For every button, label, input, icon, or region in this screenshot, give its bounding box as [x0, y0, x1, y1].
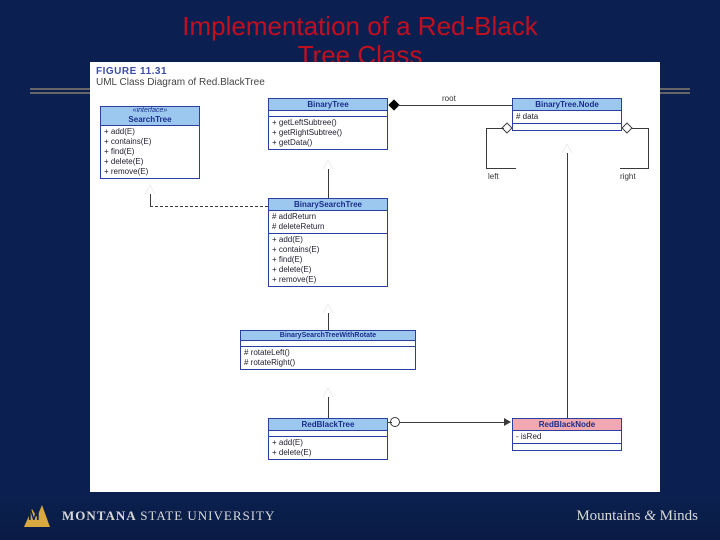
- slide-title: Implementation of a Red-Black Tree Class: [0, 0, 720, 69]
- class-bst: BinarySearchTree # addReturn # deleteRet…: [268, 198, 388, 287]
- class-binarytree-node: BinaryTree.Node # data: [512, 98, 622, 131]
- title-line-1: Implementation of a Red-Black: [182, 11, 538, 41]
- class-rbn: RedBlackNode - isRed: [512, 418, 622, 451]
- generalization-arrow-icon: [323, 160, 333, 169]
- field: # addReturn: [272, 212, 384, 222]
- assoc-label-root: root: [442, 94, 456, 103]
- realization-arrow-icon: [145, 185, 155, 194]
- msu-logo-icon: M: [22, 501, 52, 531]
- class-name: BinaryTree: [269, 99, 387, 111]
- method: + remove(E): [272, 275, 384, 285]
- footer: M MONTANA STATE UNIVERSITY Mountains & M…: [0, 492, 720, 540]
- assoc-label-right: right: [620, 172, 636, 181]
- method: # rotateLeft(): [244, 348, 412, 358]
- generalization-arrow-icon: [562, 144, 572, 153]
- aggregation-diamond-icon: [621, 122, 632, 133]
- university-name: MONTANA STATE UNIVERSITY: [62, 508, 275, 524]
- figure-number: FIGURE 11.31: [90, 62, 660, 77]
- method: + add(E): [104, 127, 196, 137]
- method: + delete(E): [272, 448, 384, 458]
- class-rbt: RedBlackTree + add(E) + delete(E): [268, 418, 388, 460]
- method: + delete(E): [104, 157, 196, 167]
- class-name: RedBlackTree: [269, 419, 387, 431]
- class-name: SearchTree: [101, 114, 199, 126]
- class-binarytree: BinaryTree + getLeftSubtree() + getRight…: [268, 98, 388, 150]
- method: + find(E): [104, 147, 196, 157]
- assoc-line: [388, 422, 392, 423]
- method: + contains(E): [272, 245, 384, 255]
- class-name: RedBlackNode: [513, 419, 621, 431]
- gen-line: [328, 313, 329, 330]
- ampersand-icon: &: [644, 508, 656, 524]
- field: - isRed: [516, 432, 618, 442]
- class-name: BinarySearchTreeWithRotate: [241, 331, 415, 341]
- assoc-line: [400, 422, 504, 423]
- assoc-line: [398, 105, 512, 106]
- uml-figure: FIGURE 11.31 UML Class Diagram of Red.Bl…: [90, 62, 660, 494]
- method: + getRightSubtree(): [272, 128, 384, 138]
- assoc-line: [648, 128, 649, 168]
- class-bst-rotate: BinarySearchTreeWithRotate # rotateLeft(…: [240, 330, 416, 370]
- method: + add(E): [272, 438, 384, 448]
- gen-line: [150, 194, 151, 206]
- gen-line: [567, 153, 568, 418]
- class-name: BinaryTree.Node: [513, 99, 621, 111]
- assoc-line: [486, 168, 516, 169]
- method: + contains(E): [104, 137, 196, 147]
- method: + add(E): [272, 235, 384, 245]
- method: # rotateRight(): [244, 358, 412, 368]
- class-searchtree: «interface» SearchTree + add(E) + contai…: [100, 106, 200, 179]
- class-name: BinarySearchTree: [269, 199, 387, 211]
- tag-2: Minds: [656, 508, 698, 524]
- uni-bold: MONTANA: [62, 508, 140, 523]
- gen-line: [328, 397, 329, 418]
- stereotype: «interface»: [101, 107, 199, 114]
- figure-caption: UML Class Diagram of Red.BlackTree: [90, 77, 660, 92]
- uni-rest: STATE UNIVERSITY: [140, 508, 275, 523]
- assoc-line: [620, 168, 649, 169]
- field: # deleteReturn: [272, 222, 384, 232]
- assoc-line: [486, 128, 504, 129]
- assoc-line: [486, 128, 487, 168]
- footer-tagline: Mountains & Minds: [576, 508, 698, 525]
- tag-1: Mountains: [576, 508, 644, 524]
- method: + getData(): [272, 138, 384, 148]
- gen-line: [328, 169, 329, 198]
- realization-line: [150, 206, 268, 207]
- assoc-line: [632, 128, 648, 129]
- method: + delete(E): [272, 265, 384, 275]
- method: + getLeftSubtree(): [272, 118, 384, 128]
- method: + find(E): [272, 255, 384, 265]
- assoc-label-left: left: [488, 172, 499, 181]
- generalization-arrow-icon: [323, 388, 333, 397]
- method: + remove(E): [104, 167, 196, 177]
- footer-left: M MONTANA STATE UNIVERSITY: [22, 501, 275, 531]
- arrowhead-icon: [504, 418, 511, 426]
- field: # data: [516, 112, 618, 122]
- generalization-arrow-icon: [323, 304, 333, 313]
